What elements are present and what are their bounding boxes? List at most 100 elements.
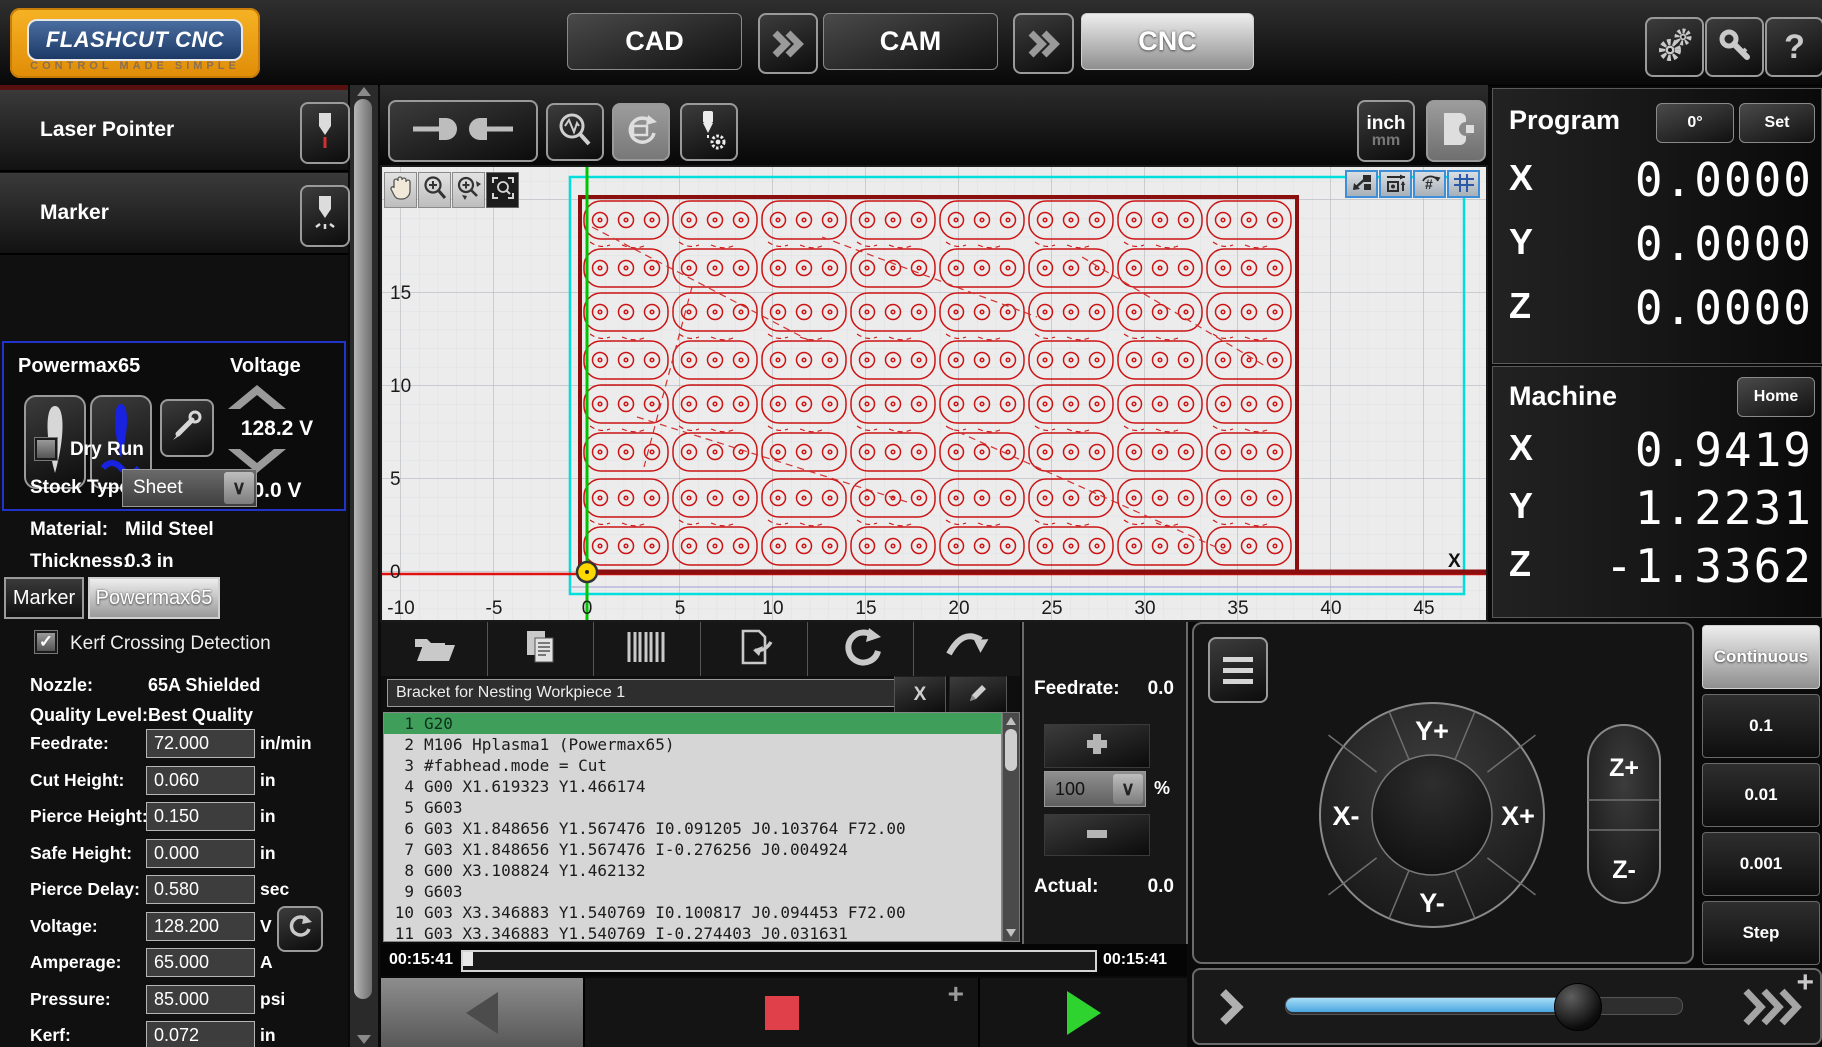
feed-override-select[interactable]: 100 ∨ — [1044, 771, 1146, 807]
timeline-thumb[interactable] — [463, 952, 473, 966]
gcode-scrollbar[interactable] — [1002, 712, 1020, 942]
play-button[interactable] — [980, 978, 1187, 1047]
reload-program-button[interactable] — [807, 622, 914, 676]
x-tick: 15 — [855, 598, 876, 619]
gcode-line[interactable]: 8G00 X3.108824 Y1.462132 — [384, 860, 1001, 881]
tab-cam[interactable]: CAM — [823, 13, 998, 70]
scroll-down-arrow-icon[interactable] — [1006, 929, 1016, 937]
fit-view-button[interactable] — [1345, 170, 1378, 198]
stock-type-select[interactable]: Sheet ∨ — [122, 469, 257, 507]
timeline-bar[interactable] — [461, 950, 1097, 972]
scroll-up-arrow-icon[interactable] — [357, 87, 371, 96]
zoom-window-button[interactable] — [452, 172, 485, 208]
diagnostics-button[interactable] — [546, 103, 604, 161]
jog-z-minus[interactable]: Z- — [1612, 856, 1636, 884]
pan-button[interactable] — [384, 172, 417, 208]
head-setup-button[interactable] — [680, 103, 738, 161]
step-jump-button[interactable] — [913, 622, 1020, 676]
jog-mode-0p1[interactable]: 0.1 — [1702, 694, 1820, 758]
rotate-zero-button[interactable]: 0° — [1656, 103, 1734, 143]
gcode-line-current[interactable]: 1G20 — [384, 713, 1001, 734]
jog-mode-0p01[interactable]: 0.01 — [1702, 763, 1820, 827]
unit-toggle-button[interactable]: inch mm — [1357, 100, 1415, 162]
dimensions-button[interactable] — [1379, 170, 1412, 198]
help-button[interactable]: ? — [1765, 17, 1822, 77]
gcode-line[interactable]: 5G603 — [384, 797, 1001, 818]
slider-knob[interactable] — [1554, 983, 1602, 1031]
jog-wheel[interactable]: Y+ Y- X- X+ Z+ Z- — [1194, 624, 1692, 962]
tab-cad[interactable]: CAD — [567, 13, 742, 70]
scroll-down-arrow-icon[interactable] — [357, 1035, 371, 1044]
tab-marker-head[interactable]: Marker — [4, 577, 84, 619]
laser-pointer-toggle-button[interactable] — [300, 102, 350, 164]
add-marker-icon[interactable]: + — [948, 978, 964, 1010]
set-button[interactable]: Set — [1739, 103, 1815, 143]
probe-button[interactable] — [160, 399, 214, 457]
part-numbers-button[interactable]: # — [1413, 170, 1446, 198]
kerf-crossing-checkbox[interactable]: ✓ — [35, 631, 57, 653]
gcode-line[interactable]: 7G03 X1.848656 Y1.567476 I-0.276256 J0.0… — [384, 839, 1001, 860]
kerf-field[interactable] — [146, 1021, 255, 1047]
connect-button[interactable] — [388, 100, 538, 162]
zoom-in-button[interactable] — [418, 172, 451, 208]
step-back-button[interactable] — [381, 978, 583, 1047]
speed-plus-icon[interactable]: + — [1796, 966, 1814, 1000]
jog-x-plus[interactable]: X+ — [1501, 801, 1535, 831]
amperage-field[interactable] — [146, 948, 255, 977]
jog-mode-0p001[interactable]: 0.001 — [1702, 832, 1820, 896]
open-file-button[interactable] — [381, 622, 487, 676]
voltage-up-button[interactable] — [222, 381, 292, 413]
program-list-button[interactable] — [593, 622, 700, 676]
home-button[interactable]: Home — [1737, 377, 1815, 417]
reset-table-button[interactable] — [612, 103, 670, 161]
param-unit: in — [260, 843, 276, 864]
tab-cnc[interactable]: CNC — [1081, 13, 1254, 70]
gcode-toolbar — [381, 622, 1020, 677]
dry-run-checkbox[interactable] — [35, 438, 57, 460]
close-program-button[interactable]: X — [894, 676, 946, 714]
feedrate-field[interactable] — [146, 729, 255, 758]
stop-button[interactable]: + — [585, 978, 978, 1047]
gcode-line[interactable]: 3#fabhead.mode = Cut — [384, 755, 1001, 776]
edit-program-button[interactable] — [949, 676, 1007, 714]
gcode-line[interactable]: 11G03 X3.346883 Y1.540769 I-0.274403 J0.… — [384, 923, 1001, 942]
gcode-line[interactable]: 2M106 Hplasma1 (Powermax65) — [384, 734, 1001, 755]
gcode-line[interactable]: 9G603 — [384, 881, 1001, 902]
jog-z-plus[interactable]: Z+ — [1609, 754, 1639, 782]
gcode-scroll-thumb[interactable] — [1005, 729, 1017, 771]
scroll-up-arrow-icon[interactable] — [1006, 717, 1016, 725]
gcode-line[interactable]: 6G03 X1.848656 Y1.567476 I0.091205 J0.10… — [384, 818, 1001, 839]
jog-speed-slider[interactable] — [1285, 997, 1683, 1015]
voltage-reset-button[interactable] — [277, 906, 323, 952]
jog-x-minus[interactable]: X- — [1333, 801, 1360, 831]
feed-override-up-button[interactable] — [1044, 724, 1150, 768]
jog-y-plus[interactable]: Y+ — [1415, 716, 1449, 746]
zoom-extents-button[interactable] — [486, 172, 519, 208]
jog-mode-continuous[interactable]: Continuous — [1702, 625, 1820, 689]
gcode-line[interactable]: 10G03 X3.346883 Y1.540769 I0.100817 J0.0… — [384, 902, 1001, 923]
feed-override-down-button[interactable] — [1044, 814, 1150, 856]
copy-program-button[interactable] — [487, 622, 594, 676]
park-head-button[interactable] — [1426, 100, 1486, 162]
gcode-line[interactable]: 4G00 X1.619323 Y1.466174 — [384, 776, 1001, 797]
jog-mode-step[interactable]: Step — [1702, 901, 1820, 965]
pressure-field[interactable] — [146, 985, 255, 1014]
safe-height-field[interactable] — [146, 839, 255, 868]
gcode-listing[interactable]: 1G20 2M106 Hplasma1 (Powermax65) 3#fabhe… — [383, 712, 1002, 942]
cut-height-field[interactable] — [146, 766, 255, 795]
grid-toggle-button[interactable] — [1447, 170, 1480, 198]
marker-toggle-button[interactable] — [300, 185, 350, 247]
voltage-field[interactable] — [146, 912, 255, 941]
jog-y-minus[interactable]: Y- — [1419, 888, 1445, 918]
filename-field[interactable] — [387, 679, 903, 707]
toolpath-viewport[interactable]: -10 -5 0 5 10 15 20 25 30 35 40 45 15 10… — [380, 165, 1488, 622]
pierce-height-field[interactable] — [146, 802, 255, 831]
settings-button[interactable] — [1645, 17, 1704, 77]
tab-powermax-head[interactable]: Powermax65 — [88, 577, 220, 619]
license-button[interactable] — [1705, 17, 1764, 77]
import-program-button[interactable] — [700, 622, 807, 676]
scrollbar-thumb[interactable] — [354, 99, 372, 999]
pierce-delay-field[interactable] — [146, 875, 255, 904]
speed-decrease-chevron[interactable] — [1218, 988, 1244, 1031]
sidebar-scrollbar[interactable] — [350, 85, 378, 1047]
